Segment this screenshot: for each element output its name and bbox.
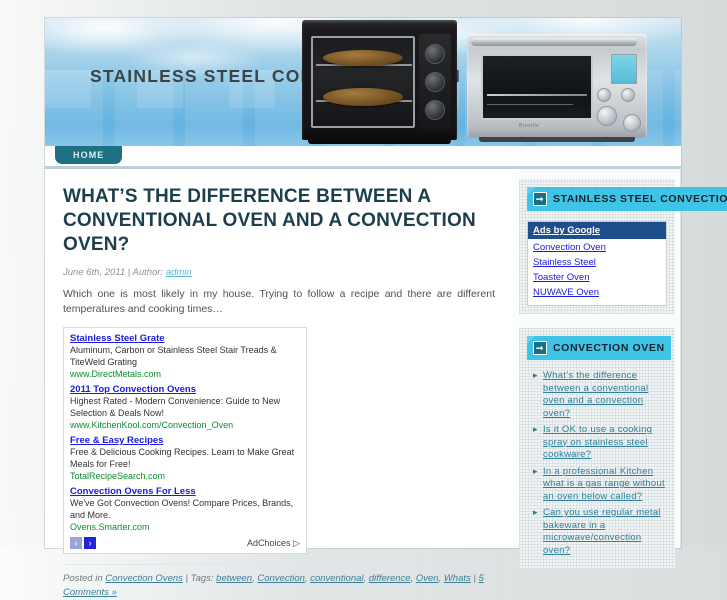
nav-item-home[interactable]: HOME bbox=[55, 146, 123, 164]
sidebar-post-link[interactable]: In a professional Kitchen what is a gas … bbox=[543, 466, 669, 504]
site-container: STAINLESS STEEL CONVECTION OVEN Breville… bbox=[45, 18, 727, 598]
tag-link[interactable]: difference bbox=[369, 573, 411, 584]
ad-url: TotalRecipeSearch.com bbox=[70, 471, 166, 481]
tag-link[interactable]: Whats bbox=[444, 573, 471, 584]
ad-item: Free & Easy Recipes Free & Delicious Coo… bbox=[70, 435, 300, 482]
list-item: What’s the difference between a conventi… bbox=[533, 370, 669, 420]
adchoices-icon: ▷ bbox=[293, 537, 300, 548]
steel-oven-knob-2 bbox=[621, 88, 635, 102]
footer-separator-2: | bbox=[473, 573, 476, 584]
google-ad-link[interactable]: Stainless Steel bbox=[528, 254, 666, 269]
black-oven-control-panel bbox=[419, 34, 451, 130]
list-item: Can you use regular metal bakeware in a … bbox=[533, 507, 669, 557]
steel-oven-base bbox=[479, 137, 635, 142]
black-oven-food-top bbox=[323, 50, 403, 66]
footer-separator-1: | bbox=[185, 573, 188, 584]
tag-link[interactable]: between bbox=[216, 573, 252, 584]
steel-oven-door-glass bbox=[481, 54, 593, 120]
post-meta: June 6th, 2011 | Author: admin bbox=[63, 267, 495, 278]
black-oven-knob-2 bbox=[425, 72, 445, 92]
post-title: WHAT’S THE DIFFERENCE BETWEEN A CONVENTI… bbox=[63, 186, 476, 255]
sidebar-post-link[interactable]: What’s the difference between a conventi… bbox=[543, 370, 669, 420]
sidebar-divider bbox=[680, 169, 681, 548]
ad-footer: ‹ › AdChoices ▷ bbox=[70, 537, 300, 550]
posted-in-label: Posted in bbox=[63, 573, 103, 584]
main-content: WHAT’S THE DIFFERENCE BETWEEN A CONVENTI… bbox=[45, 169, 513, 598]
ad-url: Ovens.Smarter.com bbox=[70, 522, 150, 532]
ad-title-link[interactable]: Convection Ovens For Less bbox=[70, 486, 300, 498]
ad-description: We've Got Convection Ovens! Compare Pric… bbox=[70, 498, 294, 520]
sidebar-post-link[interactable]: Is it OK to use a cooking spray on stain… bbox=[543, 424, 669, 462]
ad-title-link[interactable]: Free & Easy Recipes bbox=[70, 435, 300, 447]
ad-item: Stainless Steel Grate Aluminum, Carbon o… bbox=[70, 333, 300, 380]
black-oven-base bbox=[308, 138, 451, 144]
ad-prev-arrow-icon[interactable]: ‹ bbox=[70, 537, 82, 549]
list-item: Is it OK to use a cooking spray on stain… bbox=[533, 424, 669, 462]
tag-link[interactable]: Convection bbox=[257, 573, 305, 584]
main-navigation: HOME bbox=[45, 146, 681, 169]
adchoices-link[interactable]: AdChoices ▷ bbox=[247, 538, 300, 549]
arrow-right-icon: ➞ bbox=[533, 192, 547, 206]
black-oven-knob-1 bbox=[425, 44, 445, 64]
post-date: June 6th, 2011 bbox=[63, 267, 126, 278]
sidebar-post-list: What’s the difference between a conventi… bbox=[519, 370, 675, 557]
banner-black-oven-image bbox=[302, 20, 457, 144]
black-oven-door bbox=[311, 36, 415, 128]
post-author-label: | Author: bbox=[127, 267, 164, 278]
google-ad-link[interactable]: Convection Oven bbox=[528, 239, 666, 254]
page-columns: WHAT’S THE DIFFERENCE BETWEEN A CONVENTI… bbox=[45, 169, 727, 598]
steel-oven-lcd-display bbox=[611, 54, 637, 84]
steel-oven-brand-label: Breville bbox=[519, 123, 540, 129]
sidebar: ➞ STAINLESS STEEL CONVECTION OVEN Ads by… bbox=[513, 169, 727, 561]
sidebar-widget-stainless-steel-convection-oven: ➞ STAINLESS STEEL CONVECTION OVEN Ads by… bbox=[519, 179, 727, 314]
ad-title-link[interactable]: Stainless Steel Grate bbox=[70, 333, 300, 345]
tag-link[interactable]: conventional bbox=[310, 573, 363, 584]
list-item: In a professional Kitchen what is a gas … bbox=[533, 466, 669, 504]
google-ad-link[interactable]: Toaster Oven bbox=[528, 269, 666, 284]
widget-title: ➞ STAINLESS STEEL CONVECTION OVEN bbox=[527, 187, 727, 211]
ad-description: Aluminum, Carbon or Stainless Steel Stai… bbox=[70, 345, 277, 367]
ad-description: Free & Delicious Cooking Recipes. Learn … bbox=[70, 447, 295, 469]
adchoices-label: AdChoices bbox=[247, 537, 291, 548]
ads-by-google-heading: Ads by Google bbox=[528, 222, 666, 239]
ad-title-link[interactable]: 2011 Top Convection Ovens bbox=[70, 384, 300, 396]
site-banner: STAINLESS STEEL CONVECTION OVEN Breville bbox=[45, 18, 681, 146]
sidebar-post-link[interactable]: Can you use regular metal bakeware in a … bbox=[543, 507, 669, 557]
ad-next-arrow-icon[interactable]: › bbox=[84, 537, 96, 549]
content-ad-block: Stainless Steel Grate Aluminum, Carbon o… bbox=[63, 327, 307, 554]
steel-oven-heating-element-2 bbox=[487, 104, 573, 105]
steel-oven-knob-4 bbox=[623, 114, 641, 132]
ad-item: Convection Ovens For Less We've Got Conv… bbox=[70, 486, 300, 533]
banner-steel-oven-image: Breville bbox=[467, 34, 647, 142]
post-excerpt: Which one is most likely in my house. Tr… bbox=[63, 288, 495, 315]
arrow-right-icon: ➞ bbox=[533, 341, 547, 355]
tag-link[interactable]: Oven bbox=[416, 573, 439, 584]
post-category-link[interactable]: Convection Ovens bbox=[105, 573, 183, 584]
steel-oven-knob-1 bbox=[597, 88, 611, 102]
tags-label: Tags: bbox=[190, 573, 214, 584]
black-oven-food-bottom bbox=[323, 88, 403, 106]
post-footer-meta: Posted in Convection Ovens | Tags: betwe… bbox=[63, 564, 495, 600]
ad-item: 2011 Top Convection Ovens Highest Rated … bbox=[70, 384, 300, 431]
widget-title-text: CONVECTION OVEN bbox=[553, 342, 665, 354]
sidebar-google-ads-box: Ads by Google Convection Oven Stainless … bbox=[527, 221, 667, 306]
steel-oven-heating-element bbox=[487, 94, 587, 96]
sidebar-widget-convection-oven: ➞ CONVECTION OVEN What’s the difference … bbox=[519, 328, 675, 569]
ad-pagination: ‹ › bbox=[70, 537, 96, 549]
widget-title: ➞ CONVECTION OVEN bbox=[527, 336, 671, 360]
black-oven-knob-3 bbox=[425, 100, 445, 120]
widget-title-text: STAINLESS STEEL CONVECTION OVEN bbox=[553, 193, 727, 205]
ad-description: Highest Rated - Modern Convenience: Guid… bbox=[70, 396, 281, 418]
ad-url: www.DirectMetals.com bbox=[70, 369, 162, 379]
ad-url: www.KitchenKool.com/Convection_Oven bbox=[70, 420, 234, 430]
steel-oven-handle bbox=[471, 38, 637, 46]
google-ad-link[interactable]: NUWAVE Oven bbox=[528, 284, 666, 299]
post-author-link[interactable]: admin bbox=[166, 267, 192, 278]
steel-oven-knob-3 bbox=[597, 106, 617, 126]
